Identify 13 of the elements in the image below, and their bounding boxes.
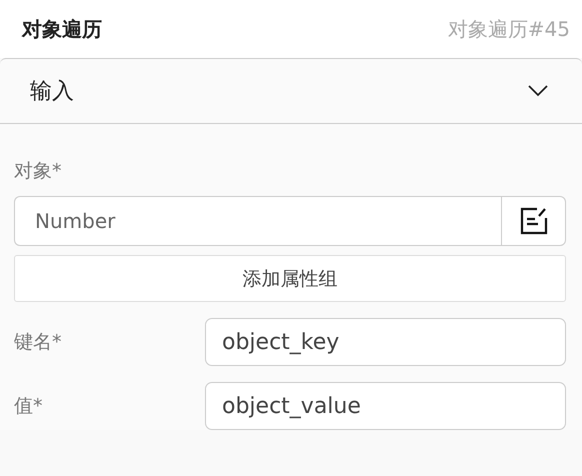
add-property-group-button[interactable]: 添加属性组 xyxy=(14,255,566,302)
chevron-icon xyxy=(528,85,548,97)
panel-title: 对象遍历 xyxy=(22,16,102,42)
input-field[interactable]: Number xyxy=(14,196,501,246)
section-header[interactable]: 输入 xyxy=(0,59,582,124)
field-label: 对象* xyxy=(14,159,62,184)
edit-button[interactable] xyxy=(501,196,566,246)
input-field[interactable]: object_value xyxy=(205,382,566,430)
input-field[interactable]: object_key xyxy=(205,318,566,366)
field-label: 值* xyxy=(14,394,44,419)
edit-icon xyxy=(520,207,548,235)
field-label: 键名* xyxy=(14,330,62,355)
node-id: 对象遍历#45 xyxy=(448,16,570,42)
